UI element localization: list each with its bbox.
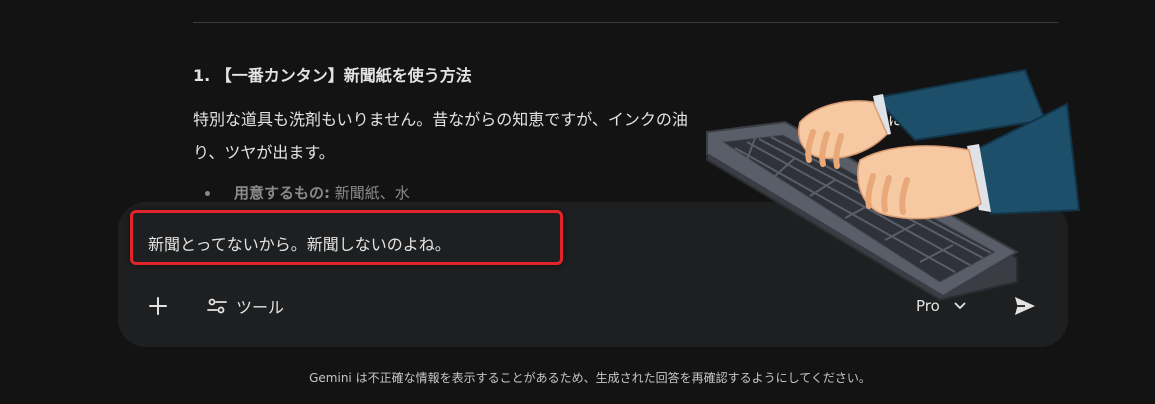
bullet-item: 用意するもの: 新聞紙、水 bbox=[205, 182, 410, 203]
typing-keyboard-illustration bbox=[706, 68, 1081, 302]
response-heading: 1. 【一番カンタン】新聞紙を使う方法 bbox=[193, 66, 472, 85]
tune-icon bbox=[207, 298, 227, 314]
disclaimer-text: Gemini は不正確な情報を表示することがあるため、生成された回答を再確認する… bbox=[309, 371, 871, 385]
tools-button[interactable]: ツール bbox=[198, 288, 292, 324]
add-button[interactable] bbox=[139, 287, 177, 325]
plus-icon bbox=[149, 297, 167, 315]
paragraph-line-1: 特別な道具も洗剤もいりません。昔ながらの知恵ですが、インクの油 bbox=[193, 110, 688, 129]
bullet-label: 用意するもの: bbox=[234, 184, 330, 202]
bullet-dot bbox=[205, 191, 210, 196]
content-divider bbox=[193, 22, 1058, 23]
tools-label: ツール bbox=[236, 298, 285, 317]
red-highlight-box bbox=[130, 210, 563, 265]
paragraph-line-2: り、ツヤが出ます。 bbox=[193, 143, 335, 162]
bullet-value: 新聞紙、水 bbox=[330, 184, 410, 202]
